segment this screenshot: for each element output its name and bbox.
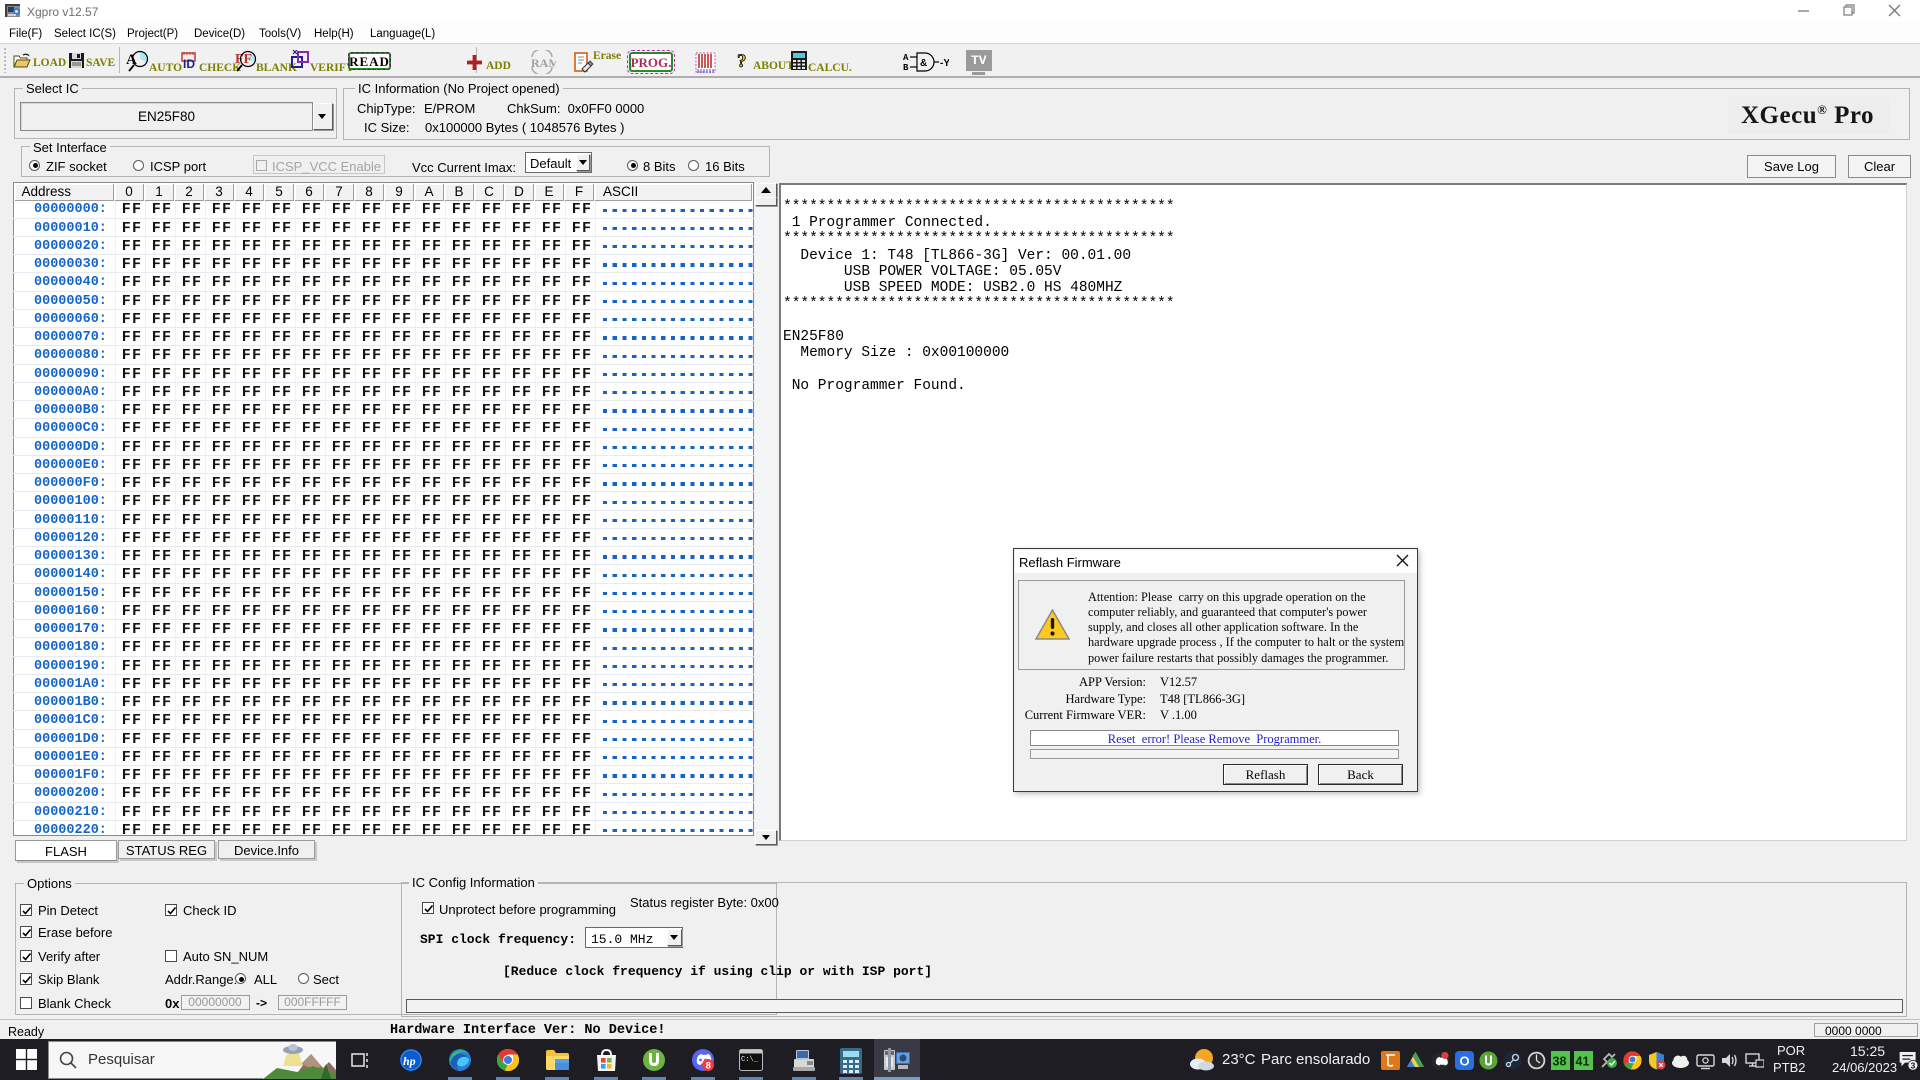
svg-text:RAM: RAM	[531, 56, 556, 70]
svg-text:hp: hp	[403, 1054, 416, 1068]
svg-text:38: 38	[1553, 1055, 1567, 1069]
svg-text:&: &	[920, 58, 927, 69]
svg-text:-Y: -Y	[940, 58, 949, 69]
svg-text:8: 8	[706, 1061, 711, 1072]
svg-text:3: 3	[1911, 1060, 1916, 1070]
svg-text:O: O	[1460, 1054, 1470, 1069]
svg-text:A: A	[903, 53, 909, 63]
svg-text:41: 41	[1576, 1055, 1590, 1069]
svg-text:C:\_: C:\_	[741, 1056, 759, 1064]
svg-text:B: B	[903, 63, 909, 72]
svg-text:ID: ID	[183, 57, 195, 70]
